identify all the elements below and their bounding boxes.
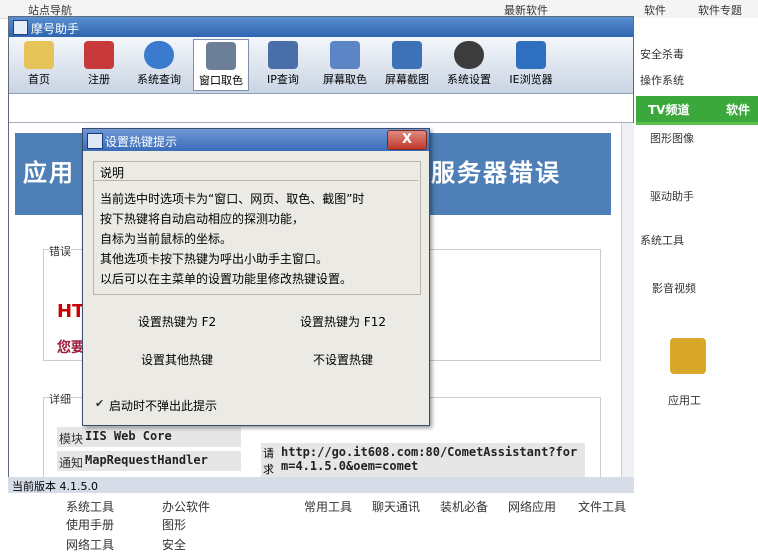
toolbar-button-browser[interactable]: IE浏览器	[503, 39, 559, 91]
divider	[636, 122, 758, 125]
bg-bottom-item[interactable]: 安全	[162, 536, 186, 553]
set-hotkey-f12-button[interactable]: 设置热键为 F12	[283, 309, 403, 335]
bg-bottom-item[interactable]: 文件工具	[578, 498, 626, 515]
checkbox-label: 启动时不弹出此提示	[109, 399, 218, 413]
bg-bottom-item[interactable]: 系统工具	[66, 498, 114, 515]
color-picker-icon	[330, 41, 360, 69]
screenshot-icon	[392, 41, 422, 69]
section-label: 错误	[49, 243, 71, 259]
toolbar-button-ip[interactable]: IP查询	[255, 39, 311, 91]
bg-item[interactable]: 系统工具	[640, 232, 684, 248]
detail-key: 请求	[263, 447, 274, 476]
vertical-scrollbar[interactable]	[621, 123, 634, 477]
detail-row: 模块 IIS Web Core	[57, 427, 241, 447]
globe-icon	[144, 41, 174, 69]
bg-item[interactable]: 驱动助手	[650, 188, 694, 204]
toolbar-label: 注册	[88, 73, 110, 86]
bg-item[interactable]: 安全杀毒	[640, 46, 684, 62]
toolbar-label: 窗口取色	[199, 74, 243, 87]
app-icon	[13, 20, 28, 35]
toolbar: 首页 注册 系统查询 窗口取色 IP查询 屏幕取色 屏幕截图 系统设置 IE浏览…	[9, 37, 633, 94]
toolbar-label: 屏幕取色	[323, 73, 367, 86]
bg-bottom-item[interactable]: 图形	[162, 516, 186, 533]
toolbar-button-screenshot[interactable]: 屏幕截图	[379, 39, 435, 91]
main-window-title: 摩号助手	[31, 22, 80, 36]
app-store-icon	[670, 338, 706, 374]
register-icon	[84, 41, 114, 69]
dialog-icon	[87, 133, 103, 149]
tv-channel-bar[interactable]: TV频道 软件	[636, 96, 758, 122]
description-line: 当前选中时选项卡为“窗口、网页、取色、截图”时	[100, 192, 365, 206]
banner-right-text: 服务器错误	[431, 159, 561, 187]
toolbar-label: IP查询	[267, 73, 299, 86]
description-line: 自标为当前鼠标的坐标。	[100, 232, 233, 246]
settings-icon	[454, 41, 484, 69]
background-bottom-area: 系统工具 办公软件 使用手册 图形 网络工具 安全 常用工具 聊天通讯 装机必备…	[0, 484, 758, 553]
group-label: 说明	[98, 164, 127, 181]
detail-row: 通知 MapRequestHandler	[57, 451, 241, 471]
no-hotkey-button[interactable]: 不设置热键	[283, 347, 403, 373]
main-window-titlebar[interactable]: 摩号助手	[9, 17, 633, 37]
bg-item[interactable]: 图形图像	[650, 130, 694, 146]
bg-bottom-item[interactable]: 网络应用	[508, 498, 556, 515]
toolbar-button-system[interactable]: 系统查询	[131, 39, 187, 91]
dialog-title: 设置热键提示	[105, 135, 178, 149]
apology-text: 您要	[57, 340, 85, 356]
bg-item[interactable]: 应用工	[668, 392, 701, 408]
detail-key: 通知	[59, 456, 84, 470]
toolbar-button-register[interactable]: 注册	[71, 39, 127, 91]
toolbar-button-settings[interactable]: 系统设置	[441, 39, 497, 91]
toolbar-button-window[interactable]: 窗口取色	[193, 39, 249, 91]
dialog-titlebar[interactable]: 设置热键提示 X	[83, 129, 429, 151]
description-line: 按下热键将自动启动相应的探测功能，	[100, 212, 305, 226]
address-bar[interactable]	[9, 94, 633, 123]
bg-link[interactable]: 软件专题	[698, 2, 742, 18]
detail-value: MapRequestHandler	[85, 453, 208, 467]
bg-link[interactable]: 软件	[644, 2, 666, 18]
description-group: 说明 当前选中时选项卡为“窗口、网页、取色、截图”时 按下热键将自动启动相应的探…	[93, 161, 421, 295]
bg-item[interactable]: 影音视频	[652, 280, 696, 296]
toolbar-label: 系统查询	[137, 73, 181, 86]
banner-left-text: 应用	[23, 159, 75, 187]
description-line: 其他选项卡按下热键为呼出小助手主窗口。	[100, 252, 329, 266]
ip-query-icon	[268, 41, 298, 69]
bg-bottom-item[interactable]: 办公软件	[162, 498, 210, 515]
set-other-hotkey-button[interactable]: 设置其他热键	[117, 347, 237, 373]
bg-item[interactable]: 操作系统	[640, 72, 684, 88]
status-text: 当前版本 4.1.5.0	[12, 480, 98, 493]
toolbar-button-home[interactable]: 首页	[11, 39, 67, 91]
toolbar-label: 首页	[28, 73, 50, 86]
home-icon	[24, 41, 54, 69]
toolbar-label: IE浏览器	[509, 73, 553, 86]
tv-label: TV频道	[648, 103, 690, 117]
bg-bottom-item[interactable]: 使用手册	[66, 516, 114, 533]
detail-value: IIS Web Core	[85, 429, 172, 443]
detail-url: http://go.it608.com:80/CometAssistant?fo…	[281, 445, 578, 473]
bg-bottom-item[interactable]: 网络工具	[66, 536, 114, 553]
set-hotkey-f2-button[interactable]: 设置热键为 F2	[117, 309, 237, 335]
tv-label-2: 软件	[726, 103, 751, 117]
status-bar: 当前版本 4.1.5.0	[8, 477, 634, 493]
description-line: 以后可以在主菜单的设置功能里修改热键设置。	[100, 272, 353, 286]
window-capture-icon	[206, 42, 236, 70]
divider	[94, 180, 418, 181]
browser-icon	[516, 41, 546, 69]
check-icon: ✔	[95, 397, 105, 410]
bg-bottom-item[interactable]: 装机必备	[440, 498, 488, 515]
detail-key: 模块	[59, 432, 84, 446]
section-label: 详细	[49, 391, 71, 407]
bg-bottom-item[interactable]: 常用工具	[304, 498, 352, 515]
hotkey-dialog: 设置热键提示 X 说明 当前选中时选项卡为“窗口、网页、取色、截图”时 按下热键…	[82, 128, 430, 426]
toolbar-button-picker[interactable]: 屏幕取色	[317, 39, 373, 91]
error-code: HT	[57, 301, 85, 322]
close-button[interactable]: X	[387, 130, 427, 150]
toolbar-label: 屏幕截图	[385, 73, 429, 86]
bg-bottom-item[interactable]: 聊天通讯	[372, 498, 420, 515]
toolbar-label: 系统设置	[447, 73, 491, 86]
